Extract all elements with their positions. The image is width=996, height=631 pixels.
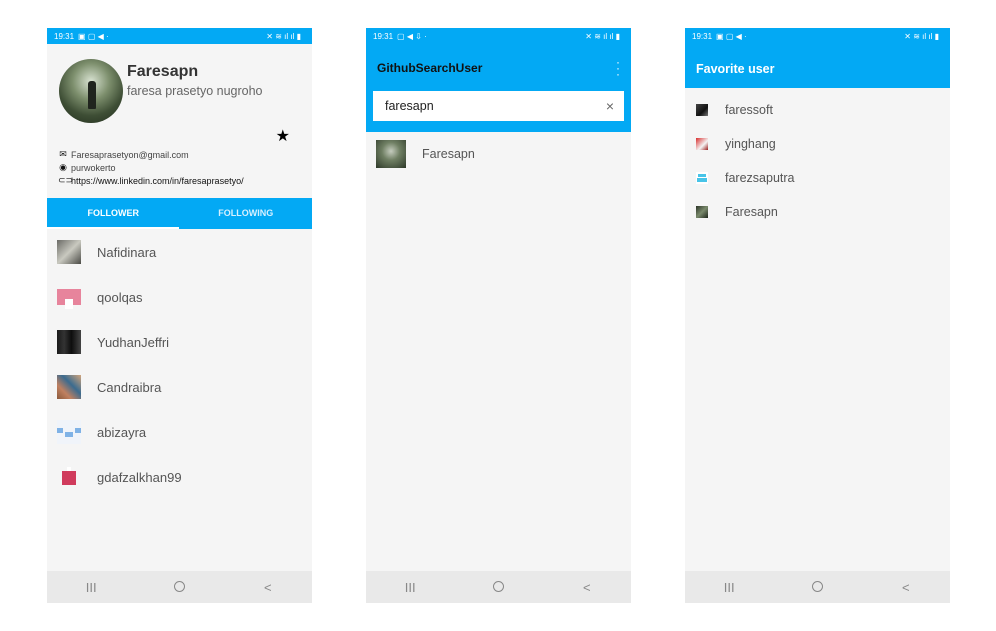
profile-screen: 19:31 ▣ ▢ ◀ · ✕ ≋ ıl ıl ▮ Faresapn faresa… (47, 28, 312, 603)
favorite-name: farezsaputra (725, 171, 795, 185)
email-row: ✉ Faresaprasetyon@gmail.com (58, 149, 189, 160)
status-bar: 19:31 ▢ ◀ ⇩ · ✕ ≋ ıl ıl ▮ (366, 28, 631, 44)
link-row[interactable]: ⊂⊃ https://www.linkedin.com/in/faresapra… (58, 175, 244, 186)
follower-avatar (57, 285, 81, 309)
signal-icons: ✕ ≋ ıl ıl ▮ (266, 31, 301, 41)
follower-avatar (57, 240, 81, 264)
search-result-item[interactable]: Faresapn (366, 138, 631, 170)
signal-icons: ✕ ≋ ıl ıl ▮ (904, 31, 939, 41)
follower-item[interactable]: qoolqas (47, 282, 312, 312)
recents-button[interactable]: III (709, 580, 749, 595)
recents-button[interactable]: III (390, 580, 430, 595)
status-time: 19:31 (692, 31, 713, 41)
link-icon: ⊂⊃ (58, 175, 74, 185)
follower-name: gdafzalkhan99 (97, 469, 182, 485)
search-box[interactable]: × (373, 91, 624, 121)
location-icon: ◉ (59, 162, 67, 172)
favorite-item[interactable]: Faresapn (685, 199, 950, 225)
back-button[interactable]: < (567, 580, 607, 595)
home-button[interactable] (159, 580, 199, 595)
follower-item[interactable]: YudhanJeffri (47, 327, 312, 357)
notification-icons: ▣ ▢ ◀ · (78, 31, 109, 41)
follower-item[interactable]: Candraibra (47, 372, 312, 402)
follower-item[interactable]: gdafzalkhan99 (47, 462, 312, 492)
search-screen: 19:31 ▢ ◀ ⇩ · ✕ ≋ ıl ıl ▮ GithubSearchUse… (366, 28, 631, 603)
follow-tabs: FOLLOWER FOLLOWING (47, 198, 312, 229)
home-icon (811, 580, 823, 592)
favorite-star-icon[interactable]: ★ (276, 126, 290, 146)
status-bar: 19:31 ▣ ▢ ◀ · ✕ ≋ ıl ıl ▮ (47, 28, 312, 44)
favorite-avatar (696, 172, 708, 184)
follower-item[interactable]: abizayra (47, 417, 312, 447)
status-time: 19:31 (54, 31, 75, 41)
mail-icon: ✉ (59, 149, 67, 159)
more-options-icon[interactable]: · · · (615, 56, 621, 80)
system-nav-bar: III < (47, 571, 312, 603)
result-avatar (376, 140, 406, 168)
follower-item[interactable]: Nafidinara (47, 237, 312, 267)
home-button[interactable] (797, 580, 837, 595)
follower-name: Candraibra (97, 379, 162, 395)
profile-username: Faresapn (127, 63, 199, 80)
follower-name: YudhanJeffri (97, 334, 170, 350)
follower-name: qoolqas (97, 289, 143, 305)
system-nav-bar: III < (685, 571, 950, 603)
favorite-screen: Favorite user 19:31 ▣ ▢ ◀ · ✕ ≋ ıl ıl ▮ f… (685, 28, 950, 603)
status-time: 19:31 (373, 31, 394, 41)
back-button[interactable]: < (248, 580, 288, 595)
follower-avatar (57, 375, 81, 399)
home-icon (173, 580, 185, 592)
profile-avatar (59, 59, 123, 123)
favorite-item[interactable]: faressoft (685, 97, 950, 123)
favorite-name: yinghang (725, 137, 776, 151)
email-text: Faresaprasetyon@gmail.com (71, 149, 189, 160)
result-name: Faresapn (422, 147, 475, 161)
search-input[interactable] (383, 98, 606, 114)
follower-avatar (57, 465, 81, 489)
tab-follower[interactable]: FOLLOWER (47, 198, 180, 229)
signal-icons: ✕ ≋ ıl ıl ▮ (585, 31, 620, 41)
profile-fullname: faresa prasetyo nugroho (127, 84, 263, 98)
tab-following[interactable]: FOLLOWING (180, 198, 313, 229)
follower-avatar (57, 330, 81, 354)
home-icon (492, 580, 504, 592)
favorite-avatar (696, 206, 708, 218)
favorite-name: faressoft (725, 103, 773, 117)
recents-button[interactable]: III (71, 580, 111, 595)
favorite-name: Faresapn (725, 205, 778, 219)
follower-name: abizayra (97, 424, 147, 440)
location-row: ◉ purwokerto (58, 162, 116, 173)
notification-icons: ▢ ◀ ⇩ · (397, 31, 427, 41)
home-button[interactable] (478, 580, 518, 595)
app-title: GithubSearchUser (377, 61, 483, 75)
follower-name: Nafidinara (97, 244, 157, 260)
favorite-avatar (696, 138, 708, 150)
favorite-item[interactable]: yinghang (685, 131, 950, 157)
status-bar: 19:31 ▣ ▢ ◀ · ✕ ≋ ıl ıl ▮ (685, 28, 950, 44)
back-button[interactable]: < (886, 580, 926, 595)
favorite-avatar (696, 104, 708, 116)
system-nav-bar: III < (366, 571, 631, 603)
location-text: purwokerto (71, 162, 116, 173)
favorite-item[interactable]: farezsaputra (685, 165, 950, 191)
clear-search-icon[interactable]: × (606, 98, 614, 114)
notification-icons: ▣ ▢ ◀ · (716, 31, 747, 41)
follower-avatar (57, 420, 81, 444)
favorite-title: Favorite user (696, 62, 775, 76)
tab-indicator (47, 227, 179, 229)
link-text[interactable]: https://www.linkedin.com/in/faresapraset… (71, 176, 244, 186)
